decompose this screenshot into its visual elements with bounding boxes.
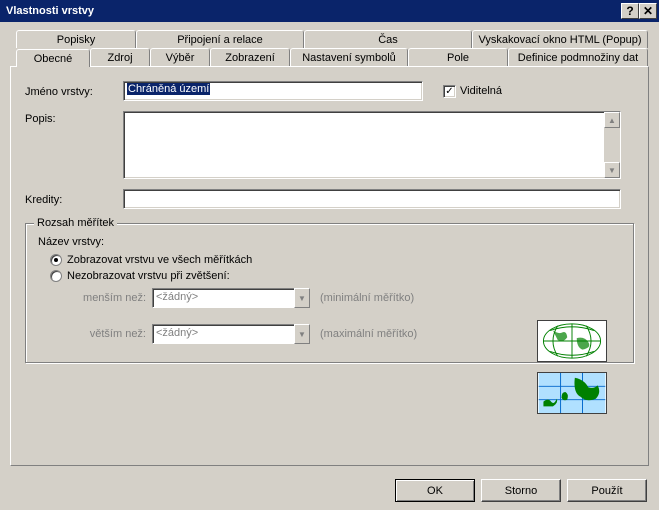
scroll-up-icon[interactable]: ▲: [604, 112, 620, 128]
tab-nastaveni-symbolu[interactable]: Nastavení symbolů: [290, 48, 408, 66]
chevron-down-icon[interactable]: ▼: [294, 324, 310, 344]
scale-subheading: Název vrstvy:: [38, 236, 621, 248]
title-bar: Vlastnosti vrstvy ? ✕: [0, 0, 659, 22]
layer-name-input[interactable]: Chráněná území: [123, 81, 423, 101]
tab-popisky[interactable]: Popisky: [16, 30, 136, 48]
cancel-button[interactable]: Storno: [481, 479, 561, 502]
radio-all-scales-label: Zobrazovat vrstvu ve všech měřítkách: [67, 254, 252, 266]
min-scale-label: menším než:: [68, 292, 152, 304]
tab-zdroj[interactable]: Zdroj: [90, 48, 150, 66]
scroll-down-icon[interactable]: ▼: [604, 162, 620, 178]
tab-pripojeni[interactable]: Připojení a relace: [136, 30, 304, 48]
max-scale-combo[interactable]: <žádný> ▼: [152, 324, 310, 344]
tab-popup[interactable]: Vyskakovací okno HTML (Popup): [472, 30, 648, 48]
chevron-down-icon[interactable]: ▼: [294, 288, 310, 308]
tab-pole[interactable]: Pole: [408, 48, 508, 66]
tab-cas[interactable]: Čas: [304, 30, 472, 48]
map-thumbnail-icon: [537, 372, 607, 414]
radio-all-scales[interactable]: [50, 254, 62, 266]
popis-label: Popis:: [25, 111, 123, 125]
scale-range-title: Rozsah měřítek: [34, 217, 117, 229]
visible-label: Viditelná: [460, 85, 502, 97]
window-title: Vlastnosti vrstvy: [6, 5, 621, 17]
tab-content-obecne: Jméno vrstvy: Chráněná území ✓ Viditelná…: [10, 66, 649, 466]
min-scale-hint: (minimální měřítko): [320, 292, 414, 304]
scale-range-group: Rozsah měřítek Název vrstvy: Zobrazovat …: [25, 223, 634, 363]
help-button[interactable]: ?: [621, 3, 639, 19]
tab-definice[interactable]: Definice podmnožiny dat: [508, 48, 648, 66]
visible-checkbox[interactable]: ✓: [443, 85, 456, 98]
radio-limited-scales[interactable]: [50, 270, 62, 282]
close-button[interactable]: ✕: [639, 3, 657, 19]
popis-textarea[interactable]: ▲ ▼: [123, 111, 621, 179]
max-scale-label: větším než:: [68, 328, 152, 340]
kredity-input[interactable]: [123, 189, 621, 209]
tab-vyber[interactable]: Výběr: [150, 48, 210, 66]
tab-zobrazeni[interactable]: Zobrazení: [210, 48, 290, 66]
radio-limited-scales-label: Nezobrazovat vrstvu při zvětšení:: [67, 270, 230, 282]
apply-button[interactable]: Použít: [567, 479, 647, 502]
max-scale-hint: (maximální měřítko): [320, 328, 417, 340]
tab-obecne[interactable]: Obecné: [16, 49, 90, 67]
scrollbar-vertical[interactable]: ▲ ▼: [604, 112, 620, 178]
min-scale-combo[interactable]: <žádný> ▼: [152, 288, 310, 308]
kredity-label: Kredity:: [25, 192, 123, 206]
ok-button[interactable]: OK: [395, 479, 475, 502]
globe-thumbnail-icon: [537, 320, 607, 362]
layer-name-label: Jméno vrstvy:: [25, 84, 123, 98]
